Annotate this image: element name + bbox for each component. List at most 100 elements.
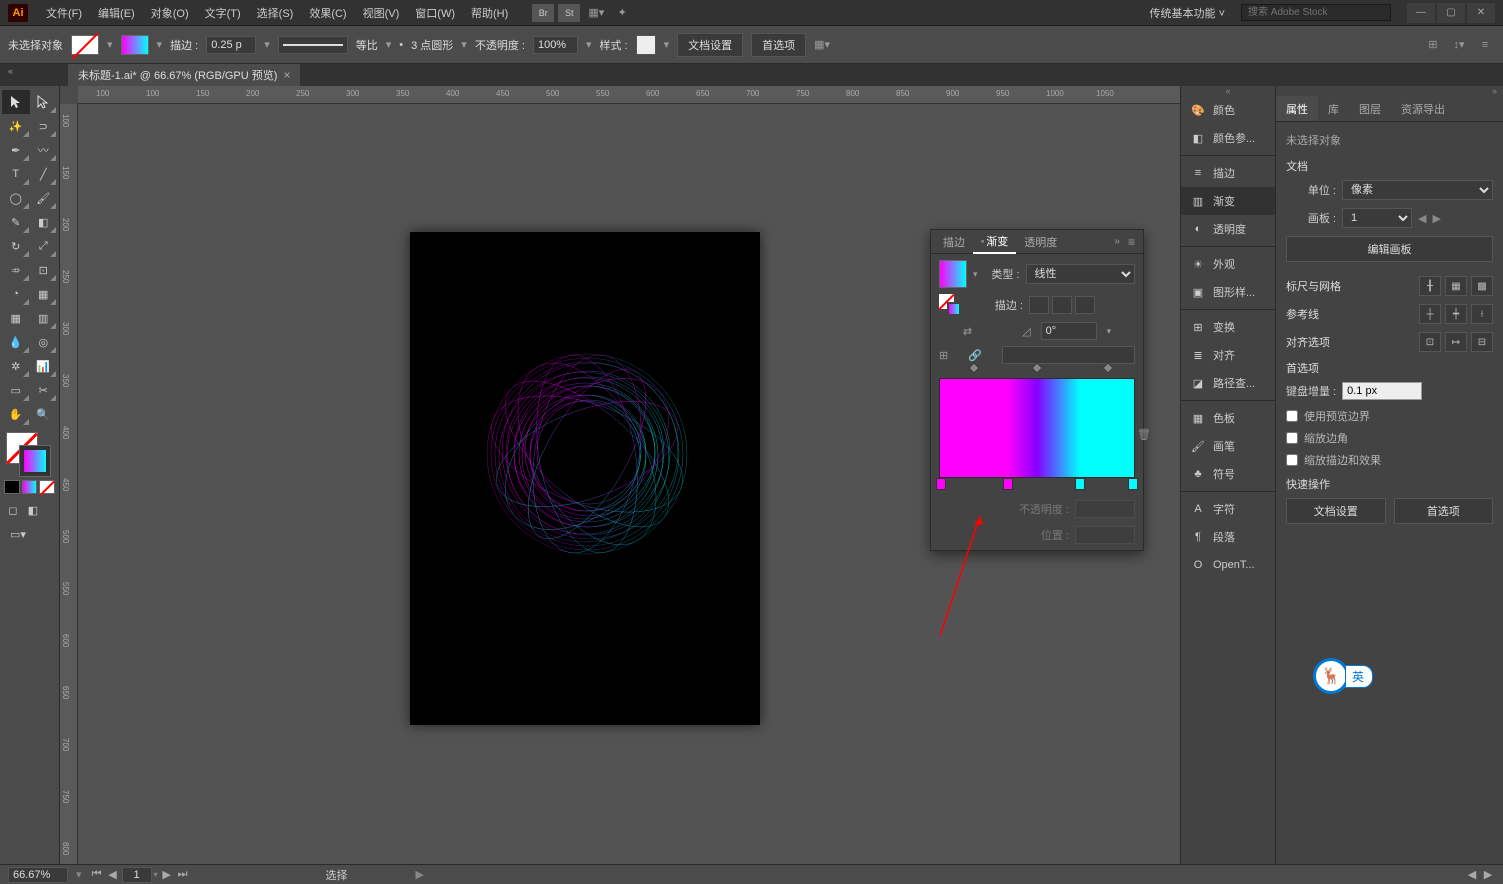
menu-help[interactable]: 帮助(H): [463, 5, 516, 21]
scale-strokes-check[interactable]: 缩放描边和效果: [1286, 452, 1493, 468]
document-setup-button[interactable]: 文档设置: [677, 33, 743, 57]
prop-tab-layers[interactable]: 图层: [1349, 96, 1391, 121]
lasso-tool[interactable]: ⊃: [30, 114, 58, 138]
panel-item-pathfinder[interactable]: ◪路径查...: [1181, 369, 1275, 397]
panel-item-transform[interactable]: ⊞变换: [1181, 313, 1275, 341]
delete-stop-icon[interactable]: 🗑: [1137, 428, 1151, 441]
document-tab[interactable]: 未标题-1.ai* @ 66.67% (RGB/GPU 预览) ×: [68, 64, 300, 86]
color-mode-none[interactable]: [39, 480, 55, 494]
zoom-tool[interactable]: 🔍: [30, 402, 58, 426]
gradient-preview-swatch[interactable]: [939, 260, 967, 288]
menu-object[interactable]: 对象(O): [143, 5, 197, 21]
fill-swatch[interactable]: [71, 35, 99, 55]
color-mode-gradient[interactable]: [22, 480, 38, 494]
window-minimize[interactable]: —: [1407, 3, 1435, 23]
selection-tool[interactable]: [2, 90, 30, 114]
pen-tool[interactable]: ✒: [2, 138, 30, 162]
panel-item-stroke[interactable]: ≡描边: [1181, 159, 1275, 187]
search-stock-input[interactable]: [1241, 4, 1391, 21]
menu-view[interactable]: 视图(V): [355, 5, 408, 21]
gradient-type-select[interactable]: 线性: [1026, 264, 1135, 284]
rectangle-tool[interactable]: ◯: [2, 186, 30, 210]
magic-wand-tool[interactable]: ✨: [2, 114, 30, 138]
artboard-next-icon[interactable]: ▶: [160, 868, 174, 882]
gradient-tool[interactable]: ▥: [30, 306, 58, 330]
perspective-tool[interactable]: ▦: [30, 282, 58, 306]
artboard-first-icon[interactable]: ⏮: [90, 868, 104, 882]
symbol-sprayer-tool[interactable]: ✲: [2, 354, 30, 378]
prop-panel-collapse-icon[interactable]: »: [1276, 86, 1503, 96]
panel-item-color-guide[interactable]: ◧颜色参...: [1181, 124, 1275, 152]
preferences-button[interactable]: 首选项: [751, 33, 806, 57]
snap-grid-icon[interactable]: ⊟: [1471, 332, 1493, 352]
workspace-dropdown[interactable]: 传统基本功能 ˅: [1142, 3, 1233, 23]
gradient-angle-input[interactable]: [1041, 322, 1097, 340]
panel-item-graphic-styles[interactable]: ▣图形样...: [1181, 278, 1275, 306]
line-tool[interactable]: ╱: [30, 162, 58, 186]
arrange-icon[interactable]: ▦▾: [586, 4, 606, 22]
window-close[interactable]: ✕: [1467, 3, 1495, 23]
artboard-number-input[interactable]: [122, 867, 152, 883]
panel-item-paragraph[interactable]: ¶段落: [1181, 523, 1275, 551]
artboard-tool[interactable]: ▭: [2, 378, 30, 402]
shaper-tool[interactable]: ✎: [2, 210, 30, 234]
rotate-tool[interactable]: ↻: [2, 234, 30, 258]
window-maximize[interactable]: ▢: [1437, 3, 1465, 23]
use-preview-bounds-check[interactable]: 使用预览边界: [1286, 408, 1493, 424]
panel-menu-icon[interactable]: ≡: [1124, 235, 1139, 249]
gpu-icon[interactable]: ✦: [612, 4, 632, 22]
gradient-midpoint-1[interactable]: [969, 362, 980, 373]
graph-tool[interactable]: 📊: [30, 354, 58, 378]
smart-guides-icon[interactable]: ⟊: [1471, 304, 1493, 324]
panel-item-swatches[interactable]: ▦色板: [1181, 404, 1275, 432]
options-menu-icon[interactable]: ≡: [1475, 36, 1495, 54]
unit-select[interactable]: 像素: [1342, 180, 1493, 200]
panel-item-align[interactable]: ≣对齐: [1181, 341, 1275, 369]
panel-item-palette[interactable]: 🎨颜色: [1181, 96, 1275, 124]
aspect-ratio-icon[interactable]: ⊞: [939, 349, 948, 362]
snap-pixel-icon[interactable]: ⊡: [1419, 332, 1441, 352]
transparency-icon[interactable]: ▩: [1471, 276, 1493, 296]
artboard-select[interactable]: 1: [1342, 208, 1412, 228]
artboard-prev-icon[interactable]: ◀: [1418, 212, 1426, 225]
stroke-align-2-icon[interactable]: [1052, 296, 1072, 314]
paintbrush-tool[interactable]: 🖌: [30, 186, 58, 210]
opacity-input[interactable]: [533, 36, 578, 54]
gradient-midpoint-3[interactable]: [1102, 362, 1113, 373]
panel-item-symbols[interactable]: ♣符号: [1181, 460, 1275, 488]
panel-item-opentype[interactable]: OOpenT...: [1181, 551, 1275, 579]
curvature-tool[interactable]: 〰: [30, 138, 58, 162]
panel-expand-icon[interactable]: »: [1110, 236, 1124, 247]
eraser-tool[interactable]: ◧: [30, 210, 58, 234]
draw-behind-icon[interactable]: ◧: [24, 502, 42, 518]
hand-tool[interactable]: ✋: [2, 402, 30, 426]
reverse-gradient-icon[interactable]: ⇄: [963, 325, 972, 338]
fill-stroke-control[interactable]: [6, 432, 54, 476]
menu-select[interactable]: 选择(S): [249, 5, 302, 21]
prop-tab-libraries[interactable]: 库: [1318, 96, 1349, 121]
quick-prefs-button[interactable]: 首选项: [1394, 498, 1494, 524]
bridge-icon[interactable]: Br: [532, 4, 554, 22]
direct-selection-tool[interactable]: [30, 90, 58, 114]
gradient-midpoint-2[interactable]: [1031, 362, 1042, 373]
gradient-editor-bar[interactable]: [939, 378, 1135, 478]
type-tool[interactable]: T: [2, 162, 30, 186]
transform-icon[interactable]: ↕▾: [1449, 36, 1469, 54]
stroke-width-input[interactable]: [206, 36, 256, 54]
color-mode-solid[interactable]: [4, 480, 20, 494]
zoom-input[interactable]: [8, 867, 68, 883]
stroke-color-icon[interactable]: [20, 446, 50, 476]
edit-artboards-button[interactable]: 编辑画板: [1286, 236, 1493, 262]
panel-tab-stroke[interactable]: 描边: [935, 230, 973, 254]
style-swatch[interactable]: [636, 35, 656, 55]
guides-show-icon[interactable]: ┼: [1419, 304, 1441, 324]
eyedropper-tool[interactable]: 💧: [2, 330, 30, 354]
shape-builder-tool[interactable]: ◔: [2, 282, 30, 306]
gradient-fillstroke-mini[interactable]: [939, 294, 961, 316]
document-tab-close[interactable]: ×: [283, 68, 290, 82]
key-increment-input[interactable]: [1342, 382, 1422, 400]
panel-dock-collapse-icon[interactable]: «: [1181, 86, 1275, 96]
align-icon[interactable]: ⊞: [1423, 36, 1443, 54]
aspect-ratio-input[interactable]: [1002, 346, 1135, 364]
stroke-align-1-icon[interactable]: [1029, 296, 1049, 314]
